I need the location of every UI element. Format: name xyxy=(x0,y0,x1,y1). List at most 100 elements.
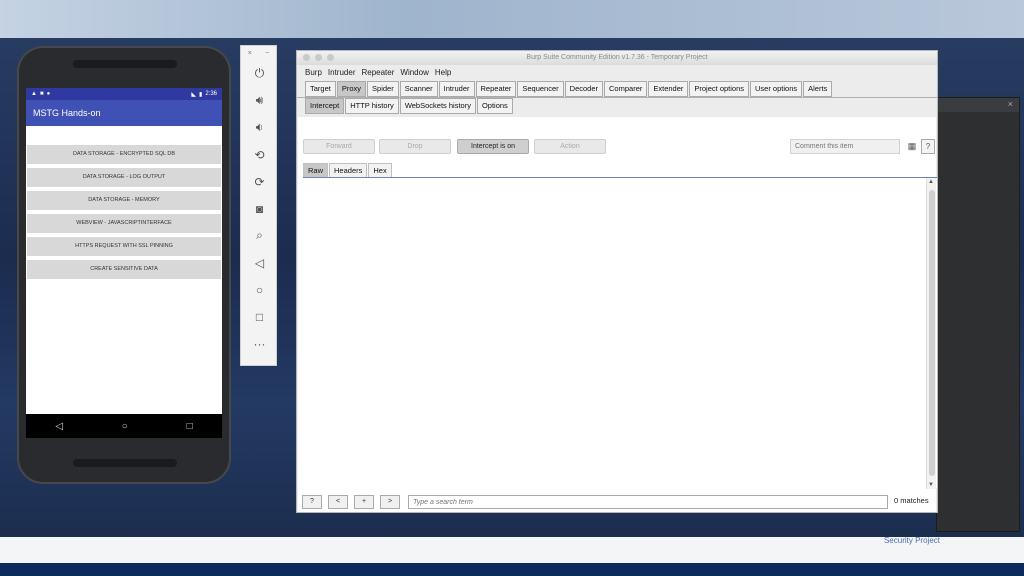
android-status-bar: ▲ ■ ● ◣ ▮ 2:36 xyxy=(26,88,222,100)
home-icon[interactable]: ○ xyxy=(241,276,278,303)
more-icon[interactable]: ··· xyxy=(241,330,278,357)
phone-screen: ▲ ■ ● ◣ ▮ 2:36 MSTG Hands-on DATA STORAG… xyxy=(26,88,222,438)
tab-raw[interactable]: Raw xyxy=(303,163,329,178)
match-count: 0 matches xyxy=(894,496,929,505)
main-tab-bar: Target Proxy Spider Scanner Intruder Rep… xyxy=(297,81,937,97)
footer-stripe xyxy=(0,563,1024,576)
tab-scanner[interactable]: Scanner xyxy=(399,81,438,97)
tab-proxy[interactable]: Proxy xyxy=(336,81,367,97)
phone-speaker-top xyxy=(73,60,177,68)
menu-intruder[interactable]: Intruder xyxy=(328,68,356,77)
rotate-left-icon[interactable]: ⟲ xyxy=(241,141,278,168)
message-view-tabs: Raw Headers Hex xyxy=(303,163,393,178)
intercept-panel: Forward Drop Intercept is on Action ▦ ? … xyxy=(298,117,937,512)
battery-icon: ▮ xyxy=(199,91,203,98)
warning-icon: ▲ xyxy=(31,91,37,97)
help-icon[interactable]: ? xyxy=(921,139,935,154)
grid-icon[interactable]: ▦ xyxy=(905,139,919,154)
footer-band xyxy=(0,537,1024,563)
tab-user-options[interactable]: User options xyxy=(750,81,803,97)
tab-headers[interactable]: Headers xyxy=(329,163,368,178)
window-traffic-lights xyxy=(303,54,334,61)
signal-icon: ◣ xyxy=(191,91,196,98)
emulator-toolbar: × − ⏻ 🔊︎ 🔉︎ ⟲ ⟳ ◙ ⌕ ◁ ○ □ ··· xyxy=(240,45,277,366)
tab-decoder[interactable]: Decoder xyxy=(564,81,604,97)
intercept-action-row: Forward Drop Intercept is on Action ▦ ? xyxy=(303,139,935,157)
close-icon[interactable]: × xyxy=(1008,99,1013,109)
tab-alerts[interactable]: Alerts xyxy=(803,81,833,97)
scrollbar-thumb[interactable] xyxy=(929,190,935,476)
home-icon[interactable]: ○ xyxy=(122,421,128,432)
status-time: 2:36 xyxy=(205,91,217,97)
terminal-titlebar xyxy=(937,98,1019,112)
tab-target[interactable]: Target xyxy=(305,81,336,97)
volume-down-icon[interactable]: 🔉︎ xyxy=(241,114,278,141)
rotate-right-icon[interactable]: ⟳ xyxy=(241,168,278,195)
last-match-button[interactable]: > xyxy=(380,495,400,509)
tab-hex[interactable]: Hex xyxy=(368,163,392,178)
notification-icon: ■ xyxy=(39,91,44,97)
request-editor[interactable]: ▲ ▼ xyxy=(303,177,937,489)
minimize-icon[interactable]: − xyxy=(265,50,269,57)
webview-javascriptinterface-button[interactable]: WEBVIEW - JAVASCRIPTINTERFACE xyxy=(27,214,221,233)
vertical-scrollbar[interactable]: ▲ ▼ xyxy=(926,178,936,489)
phone-speaker-bottom xyxy=(73,459,177,467)
tab-intruder[interactable]: Intruder xyxy=(438,81,475,97)
search-bar: ? < + > 0 matches xyxy=(302,495,934,510)
tab-proxy-options[interactable]: Options xyxy=(476,98,513,114)
close-icon[interactable]: × xyxy=(248,50,252,57)
app-title: MSTG Hands-on xyxy=(33,108,101,118)
menu-repeater[interactable]: Repeater xyxy=(361,68,394,77)
minimize-icon[interactable] xyxy=(315,54,322,61)
menu-burp[interactable]: Burp xyxy=(305,68,322,77)
notification-icon: ● xyxy=(46,91,51,97)
tab-sequencer[interactable]: Sequencer xyxy=(517,81,564,97)
menu-window[interactable]: Window xyxy=(400,68,428,77)
camera-icon[interactable]: ◙ xyxy=(241,195,278,222)
encrypted-sql-db-button[interactable]: DATA STORAGE - ENCRYPTED SQL DB xyxy=(27,145,221,164)
tab-http-history[interactable]: HTTP history xyxy=(345,98,399,114)
android-nav-bar: ◁ ○ □ xyxy=(26,414,222,438)
drop-button[interactable]: Drop xyxy=(379,139,451,154)
background-terminal-window: × xyxy=(936,97,1020,532)
scroll-down-icon[interactable]: ▼ xyxy=(928,482,934,488)
create-sensitive-data-button[interactable]: CREATE SENSITIVE DATA xyxy=(27,260,221,279)
search-input[interactable] xyxy=(408,495,888,509)
tab-project-options[interactable]: Project options xyxy=(689,81,750,97)
maximize-icon[interactable] xyxy=(327,54,334,61)
window-title: Burp Suite Community Edition v1.7.36 - T… xyxy=(526,54,708,61)
next-match-button[interactable]: + xyxy=(354,495,374,509)
tab-websockets-history[interactable]: WebSockets history xyxy=(399,98,476,114)
menu-help[interactable]: Help xyxy=(435,68,451,77)
https-ssl-pinning-button[interactable]: HTTPS REQUEST WITH SSL PINNING xyxy=(27,237,221,256)
top-banner xyxy=(0,0,1024,38)
tab-repeater[interactable]: Repeater xyxy=(475,81,517,97)
memory-button[interactable]: DATA STORAGE - MEMORY xyxy=(27,191,221,210)
window-titlebar: Burp Suite Community Edition v1.7.36 - T… xyxy=(297,51,937,65)
back-icon[interactable]: ◁ xyxy=(55,421,63,432)
burp-suite-window: Burp Suite Community Edition v1.7.36 - T… xyxy=(296,50,938,513)
zoom-icon[interactable]: ⌕ xyxy=(241,222,278,249)
app-title-bar: MSTG Hands-on xyxy=(26,100,222,126)
emulator-window-controls: × − xyxy=(241,46,276,60)
tab-spider[interactable]: Spider xyxy=(367,81,399,97)
menu-bar: Burp Intruder Repeater Window Help xyxy=(297,65,937,79)
tab-extender[interactable]: Extender xyxy=(648,81,689,97)
previous-match-button[interactable]: < xyxy=(328,495,348,509)
intercept-toggle-button[interactable]: Intercept is on xyxy=(457,139,529,154)
tab-comparer[interactable]: Comparer xyxy=(604,81,648,97)
back-icon[interactable]: ◁ xyxy=(241,249,278,276)
comment-field[interactable] xyxy=(790,139,900,154)
close-icon[interactable] xyxy=(303,54,310,61)
forward-button[interactable]: Forward xyxy=(303,139,375,154)
search-help-button[interactable]: ? xyxy=(302,495,322,509)
overview-icon[interactable]: □ xyxy=(241,303,278,330)
app-button-list: DATA STORAGE - ENCRYPTED SQL DB DATA STO… xyxy=(26,126,222,279)
scroll-up-icon[interactable]: ▲ xyxy=(928,179,934,185)
action-button[interactable]: Action xyxy=(534,139,606,154)
power-icon[interactable]: ⏻ xyxy=(241,60,278,87)
recents-icon[interactable]: □ xyxy=(187,421,193,432)
log-output-button[interactable]: DATA STORAGE - LOG OUTPUT xyxy=(27,168,221,187)
tab-intercept[interactable]: Intercept xyxy=(305,98,345,114)
volume-up-icon[interactable]: 🔊︎ xyxy=(241,87,278,114)
